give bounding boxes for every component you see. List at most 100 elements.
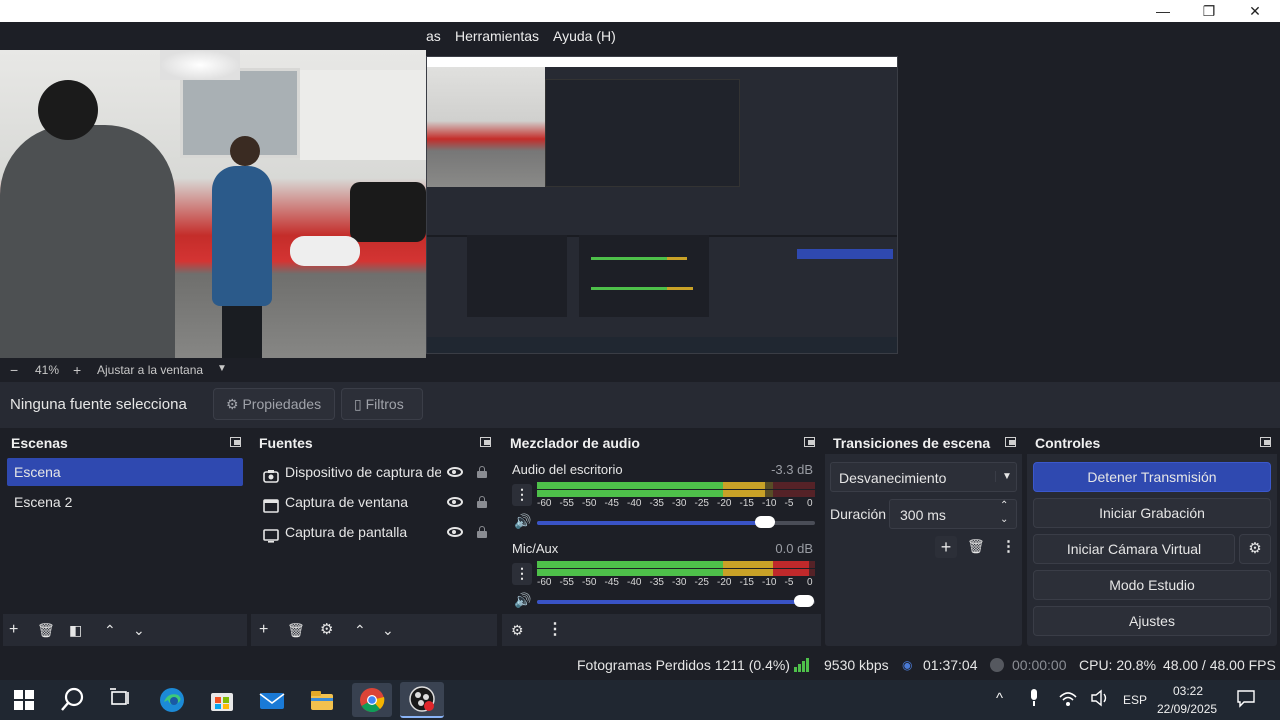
- settings-button[interactable]: Ajustes: [1033, 606, 1271, 636]
- source-item[interactable]: Captura de pantalla: [255, 518, 493, 546]
- speaker-icon[interactable]: 🔊: [514, 513, 531, 530]
- mixer-menu-icon[interactable]: ⋮: [547, 620, 563, 640]
- lock-icon[interactable]: [477, 526, 487, 538]
- scene-item[interactable]: Escena 2: [7, 488, 243, 516]
- zoom-dropdown-icon[interactable]: ▼: [217, 363, 227, 374]
- visibility-eye-icon[interactable]: [447, 497, 463, 507]
- chrome-icon[interactable]: [352, 683, 392, 717]
- channel-menu-icon[interactable]: ⋮: [512, 563, 532, 585]
- source-item[interactable]: Captura de ventana: [255, 488, 493, 516]
- transition-menu-icon[interactable]: ⋮: [1001, 537, 1016, 555]
- duration-label: Duración: [830, 506, 887, 522]
- duration-input[interactable]: 300 ms ⌃ ⌄: [889, 499, 1017, 529]
- clock-time[interactable]: 03:22: [1173, 684, 1203, 698]
- advanced-audio-icon[interactable]: ⚙: [511, 620, 524, 640]
- add-scene-icon[interactable]: +: [9, 620, 18, 640]
- windows-taskbar: ^ ESP 03:22 22/09/2025: [0, 680, 1280, 720]
- notifications-icon[interactable]: [1236, 688, 1256, 711]
- undock-icon[interactable]: [1260, 437, 1271, 447]
- lock-icon[interactable]: [477, 496, 487, 508]
- task-view-icon[interactable]: [108, 686, 136, 714]
- source-toolbar: Ninguna fuente selecciona ⚙ Propiedades …: [0, 382, 1280, 428]
- visibility-eye-icon[interactable]: [447, 467, 463, 477]
- restore-button[interactable]: ❐: [1186, 0, 1232, 22]
- start-recording-button[interactable]: Iniciar Grabación: [1033, 498, 1271, 528]
- db-tick-label: 0: [807, 577, 813, 588]
- microphone-icon[interactable]: [1029, 689, 1039, 707]
- file-explorer-icon[interactable]: [308, 686, 336, 714]
- menu-item-view[interactable]: as: [426, 28, 441, 44]
- signal-bars-icon: [794, 658, 810, 672]
- db-scale: -60 -55 -50 -45 -40 -35 -30 -25 -20 -15 -10 -5 0: [537, 498, 815, 512]
- scene-item[interactable]: Escena: [7, 458, 243, 486]
- tray-overflow-icon[interactable]: ^: [996, 690, 1003, 707]
- speaker-icon[interactable]: 🔊: [514, 592, 531, 609]
- menu-item-help[interactable]: Ayuda (H): [553, 28, 616, 44]
- db-tick-label: -45: [604, 498, 619, 509]
- db-tick-label: -50: [582, 577, 597, 588]
- meter-segment: [773, 569, 810, 576]
- store-icon[interactable]: [208, 686, 236, 714]
- close-button[interactable]: ✕: [1232, 0, 1278, 22]
- remove-transition-icon[interactable]: 🗑: [967, 538, 985, 555]
- clock-date[interactable]: 22/09/2025: [1157, 702, 1217, 716]
- volume-slider[interactable]: [537, 516, 815, 528]
- source-settings-icon[interactable]: ⚙: [320, 620, 333, 640]
- add-source-icon[interactable]: +: [259, 620, 268, 640]
- db-tick-label: -10: [762, 498, 777, 509]
- menu-item-tools[interactable]: Herramientas: [455, 28, 539, 44]
- move-up-icon[interactable]: ⌃: [104, 620, 116, 640]
- language-indicator[interactable]: ESP: [1123, 693, 1147, 707]
- filters-button[interactable]: ▯ Filtros: [341, 388, 423, 420]
- visibility-eye-icon[interactable]: [447, 527, 463, 537]
- volume-slider[interactable]: [537, 595, 815, 607]
- windows-start-icon[interactable]: [12, 686, 40, 714]
- remove-scene-icon[interactable]: 🗑: [37, 620, 55, 640]
- level-meter: [537, 569, 815, 576]
- edge-browser-icon[interactable]: [158, 686, 186, 714]
- mixer-channel: Audio del escritorio -3.3 dB ⋮ -60 -55 -50…: [502, 458, 821, 536]
- minimize-button[interactable]: —: [1140, 0, 1186, 22]
- volume-icon[interactable]: [1090, 689, 1110, 710]
- spin-up-icon[interactable]: ⌃: [1000, 500, 1008, 511]
- add-transition-icon[interactable]: +: [935, 536, 957, 558]
- screen-capture-source: [426, 56, 898, 354]
- zoom-in-button[interactable]: +: [73, 362, 81, 378]
- move-down-icon[interactable]: ⌄: [133, 620, 145, 640]
- start-virtual-camera-button[interactable]: Iniciar Cámara Virtual: [1033, 534, 1235, 564]
- obs-studio-icon[interactable]: [400, 682, 444, 718]
- undock-icon[interactable]: [230, 437, 241, 447]
- spin-down-icon[interactable]: ⌄: [1000, 514, 1008, 525]
- channel-menu-icon[interactable]: ⋮: [512, 484, 532, 506]
- properties-button[interactable]: ⚙ Propiedades: [213, 388, 335, 420]
- virtual-camera-settings-icon[interactable]: ⚙: [1239, 534, 1271, 564]
- db-scale: -60 -55 -50 -45 -40 -35 -30 -25 -20 -15 -10 -5 0: [537, 577, 815, 591]
- stop-stream-button[interactable]: Detener Transmisión: [1033, 462, 1271, 492]
- menu-bar: as Herramientas Ayuda (H): [0, 22, 1280, 50]
- scene-filters-icon[interactable]: ◧: [69, 620, 82, 640]
- move-down-icon[interactable]: ⌄: [382, 620, 394, 640]
- zoom-fit-label[interactable]: Ajustar a la ventana: [97, 363, 203, 377]
- move-up-icon[interactable]: ⌃: [354, 620, 366, 640]
- zoom-out-button[interactable]: −: [10, 362, 18, 378]
- studio-mode-button[interactable]: Modo Estudio: [1033, 570, 1271, 600]
- fps: 48.00 / 48.00 FPS: [1163, 657, 1276, 673]
- mail-icon[interactable]: [258, 686, 286, 714]
- remove-source-icon[interactable]: 🗑: [287, 620, 305, 640]
- meter-segment: [773, 561, 810, 568]
- undock-icon[interactable]: [480, 437, 491, 447]
- source-item[interactable]: Dispositivo de captura de: [255, 458, 493, 486]
- transition-select[interactable]: Desvanecimiento ▼: [830, 462, 1017, 492]
- audio-mixer-dock: Mezclador de audio Audio del escritorio …: [502, 432, 821, 646]
- sources-title: Fuentes: [259, 435, 313, 451]
- search-icon[interactable]: [60, 686, 88, 714]
- lock-icon[interactable]: [477, 466, 487, 478]
- wifi-icon[interactable]: [1058, 689, 1078, 710]
- record-dot-icon: [990, 658, 1004, 672]
- nested-mixer: [579, 235, 709, 317]
- db-tick-label: -60: [537, 577, 552, 588]
- undock-icon[interactable]: [1005, 437, 1016, 447]
- stream-broadcast-icon: ◉: [902, 658, 913, 672]
- preview-area[interactable]: [0, 50, 1280, 370]
- undock-icon[interactable]: [804, 437, 815, 447]
